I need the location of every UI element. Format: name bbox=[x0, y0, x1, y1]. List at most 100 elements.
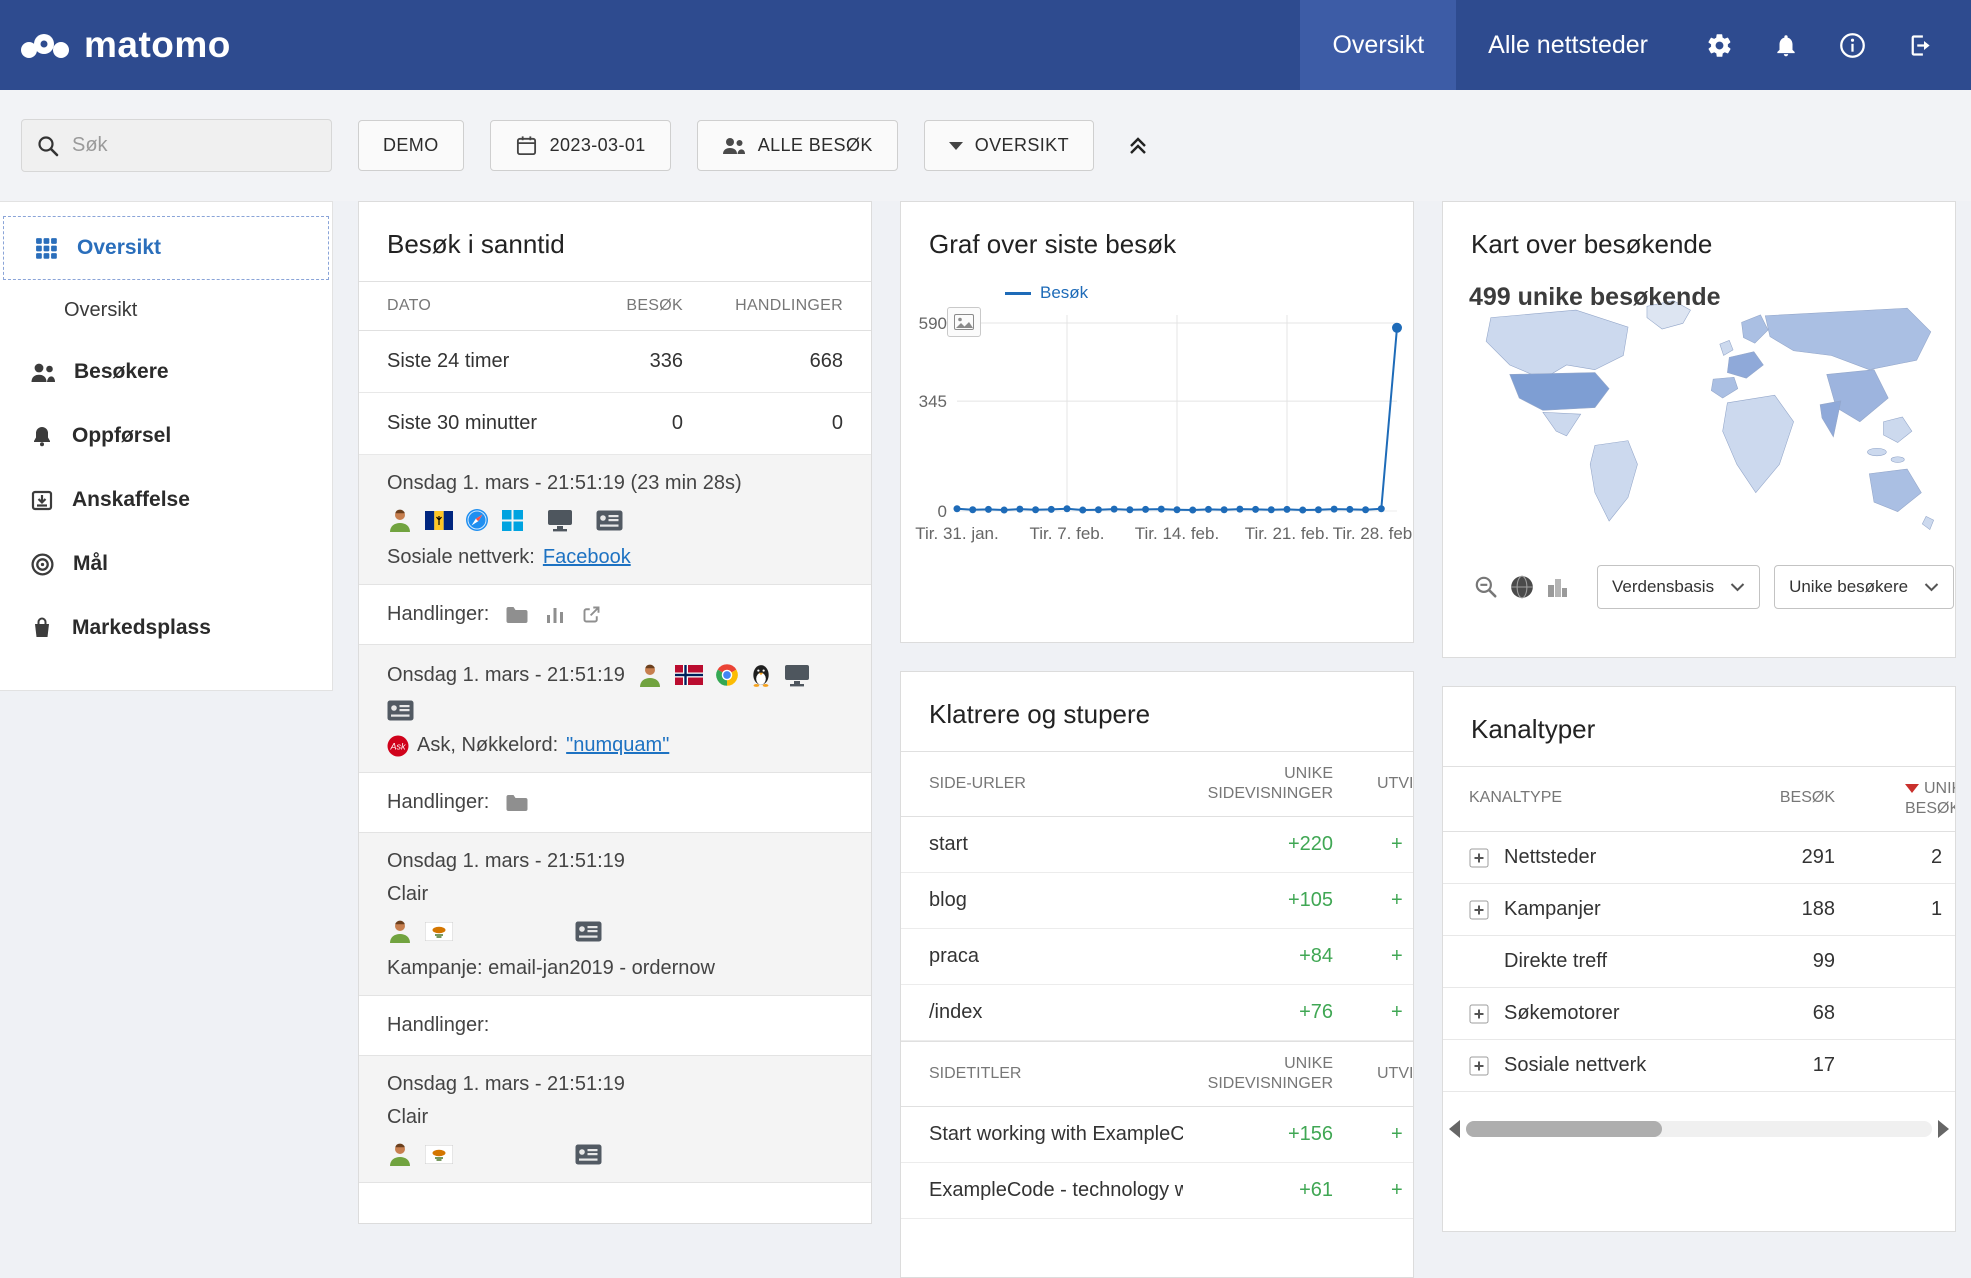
realtime-summary-row: Siste 30 minutter 0 0 bbox=[359, 393, 871, 455]
trend-value: + bbox=[1333, 1123, 1413, 1146]
map-metric-select[interactable]: Unike besøkere bbox=[1774, 565, 1954, 609]
visitor-profile-card-icon[interactable] bbox=[387, 700, 414, 721]
world-view-icon[interactable] bbox=[1509, 574, 1535, 600]
col-header-unique-visitors[interactable]: UNIKE BESØKENDE bbox=[1835, 779, 1955, 819]
collapse-toolbar-icon[interactable] bbox=[1126, 134, 1150, 158]
channel-visits: 68 bbox=[1685, 1002, 1835, 1025]
visit-actions-row: Handlinger: bbox=[359, 773, 871, 833]
acquisition-icon bbox=[30, 488, 54, 512]
scroll-right-arrow[interactable] bbox=[1938, 1120, 1949, 1138]
nav-tab-alle-nettsteder[interactable]: Alle nettsteder bbox=[1456, 0, 1680, 90]
channel-unique: 2 bbox=[1835, 846, 1955, 869]
expand-row-icon[interactable] bbox=[1469, 1056, 1489, 1076]
climber-row[interactable]: /index +76 + bbox=[901, 985, 1413, 1041]
climber-row[interactable]: start +220 + bbox=[901, 817, 1413, 873]
visitor-name: Clair bbox=[387, 883, 843, 906]
segment-selector-button[interactable]: ALLE BESØK bbox=[697, 120, 898, 171]
sidebar-item-oversikt[interactable]: Oversikt bbox=[3, 216, 329, 280]
sidebar-item-anskaffelse[interactable]: Anskaffelse bbox=[0, 468, 332, 532]
visitor-profile-card-icon[interactable] bbox=[575, 1144, 602, 1165]
page-url-label: blog bbox=[929, 889, 1183, 912]
bell-icon[interactable] bbox=[1773, 32, 1799, 59]
ask-search-icon: Ask bbox=[387, 735, 409, 757]
col-header-kanaltype: KANALTYPE bbox=[1469, 779, 1685, 808]
col-header-trend: UTVIKLING bbox=[1333, 1064, 1413, 1084]
svg-text:Ask: Ask bbox=[389, 741, 406, 751]
sidebar-item-oppforsel[interactable]: Oppførsel bbox=[0, 404, 332, 468]
referrer-link[interactable]: Facebook bbox=[543, 546, 631, 569]
actions-label: Handlinger: bbox=[387, 791, 489, 814]
chart-legend[interactable]: Besøk bbox=[1005, 283, 1088, 303]
visitors-icon bbox=[30, 361, 56, 383]
channel-label: Kampanjer bbox=[1504, 898, 1601, 921]
visit-entry: Onsdag 1. mars - 21:51:19 Clair bbox=[359, 1056, 871, 1183]
image-export-icon[interactable] bbox=[947, 307, 981, 337]
summary-visits: 336 bbox=[573, 350, 683, 373]
widget-title-channels: Kanaltyper bbox=[1443, 687, 1955, 766]
date-selector-label: 2023-03-01 bbox=[550, 135, 646, 156]
visitor-name: Clair bbox=[387, 1106, 843, 1129]
site-selector-button[interactable]: DEMO bbox=[358, 120, 464, 171]
horizontal-scrollbar[interactable] bbox=[1449, 1116, 1949, 1142]
expand-row-icon[interactable] bbox=[1469, 848, 1489, 868]
visitor-icon bbox=[387, 1141, 413, 1167]
svg-text:Tir. 7. feb.: Tir. 7. feb. bbox=[1030, 524, 1105, 543]
col-header-unique-pageviews: UNIKE SIDEVISNINGER bbox=[1183, 764, 1333, 804]
visit-timestamp: Onsdag 1. mars - 21:51:19 bbox=[387, 1073, 843, 1096]
map-region-select[interactable]: Verdensbasis bbox=[1597, 565, 1760, 609]
world-map[interactable] bbox=[1453, 281, 1945, 553]
folder-icon bbox=[505, 793, 529, 813]
date-selector-button[interactable]: 2023-03-01 bbox=[490, 120, 671, 171]
unique-pageviews-delta: +84 bbox=[1183, 945, 1333, 968]
dashboard-selector-button[interactable]: OVERSIKT bbox=[924, 120, 1094, 171]
info-icon[interactable] bbox=[1839, 32, 1866, 59]
scrollbar-track[interactable] bbox=[1466, 1121, 1932, 1137]
climber-row[interactable]: praca +84 + bbox=[901, 929, 1413, 985]
col-header-besok: BESØK bbox=[573, 297, 683, 315]
external-link-icon[interactable] bbox=[581, 604, 602, 625]
page-url-label: praca bbox=[929, 945, 1183, 968]
climber-row[interactable]: Start working with ExampleCo... +156 + bbox=[901, 1107, 1413, 1163]
gear-icon[interactable] bbox=[1706, 32, 1733, 59]
visit-entry: Onsdag 1. mars - 21:51:19 (23 min 28s) S… bbox=[359, 455, 871, 585]
search-icon bbox=[36, 134, 60, 158]
channels-table-header: KANALTYPE BESØK UNIKE BESØKENDE bbox=[1443, 766, 1955, 832]
summary-visits: 0 bbox=[573, 412, 683, 435]
nav-tab-oversikt[interactable]: Oversikt bbox=[1300, 0, 1456, 90]
segment-users-icon bbox=[722, 136, 746, 156]
sidebar-item-mal[interactable]: Mål bbox=[0, 532, 332, 596]
svg-text:345: 345 bbox=[919, 392, 947, 411]
map-metric-select-label: Unike besøkere bbox=[1789, 577, 1908, 597]
keyword-link[interactable]: "numquam" bbox=[566, 734, 669, 757]
col-header-trend: UTVIKLING bbox=[1333, 774, 1413, 794]
visit-timestamp: Onsdag 1. mars - 21:51:19 (23 min 28s) bbox=[387, 472, 843, 495]
expand-row-icon[interactable] bbox=[1469, 1004, 1489, 1024]
sidebar-subitem-oversikt[interactable]: Oversikt bbox=[0, 280, 332, 340]
widget-title-climbers: Klatrere og stupere bbox=[901, 672, 1413, 751]
visitor-profile-card-icon[interactable] bbox=[575, 921, 602, 942]
city-view-icon[interactable] bbox=[1545, 575, 1569, 599]
climber-row[interactable]: ExampleCode - technology wi... +61 + bbox=[901, 1163, 1413, 1219]
expand-row-icon[interactable] bbox=[1469, 900, 1489, 920]
search-input[interactable] bbox=[72, 134, 317, 157]
search-box[interactable] bbox=[21, 119, 332, 172]
cyprus-flag-icon bbox=[425, 922, 453, 941]
scroll-left-arrow[interactable] bbox=[1449, 1120, 1460, 1138]
campaign-label: Kampanje: email-jan2019 - ordernow bbox=[387, 957, 715, 980]
visitor-profile-card-icon[interactable] bbox=[596, 510, 623, 531]
section-header-label: SIDE-URLER bbox=[929, 774, 1183, 794]
matomo-logo[interactable]: matomo bbox=[20, 24, 231, 66]
channel-label: Direkte treff bbox=[1504, 950, 1607, 973]
sidebar-item-besokere[interactable]: Besøkere bbox=[0, 340, 332, 404]
windows-os-icon bbox=[501, 509, 524, 532]
scrollbar-thumb[interactable] bbox=[1466, 1121, 1662, 1137]
visitor-icon bbox=[387, 507, 413, 533]
channel-label: Søkemotorer bbox=[1504, 1002, 1620, 1025]
svg-text:Tir. 31. jan.: Tir. 31. jan. bbox=[915, 524, 998, 543]
visits-line-chart-area[interactable]: Besøk 0345590Tir. 31. jan.Tir. 7. feb.Ti… bbox=[901, 281, 1413, 553]
col-header-besok: BESØK bbox=[1685, 779, 1835, 808]
zoom-out-icon[interactable] bbox=[1473, 574, 1499, 600]
sidebar-item-markedsplass[interactable]: Markedsplass bbox=[0, 596, 332, 660]
signout-icon[interactable] bbox=[1906, 32, 1933, 59]
climber-row[interactable]: blog +105 + bbox=[901, 873, 1413, 929]
